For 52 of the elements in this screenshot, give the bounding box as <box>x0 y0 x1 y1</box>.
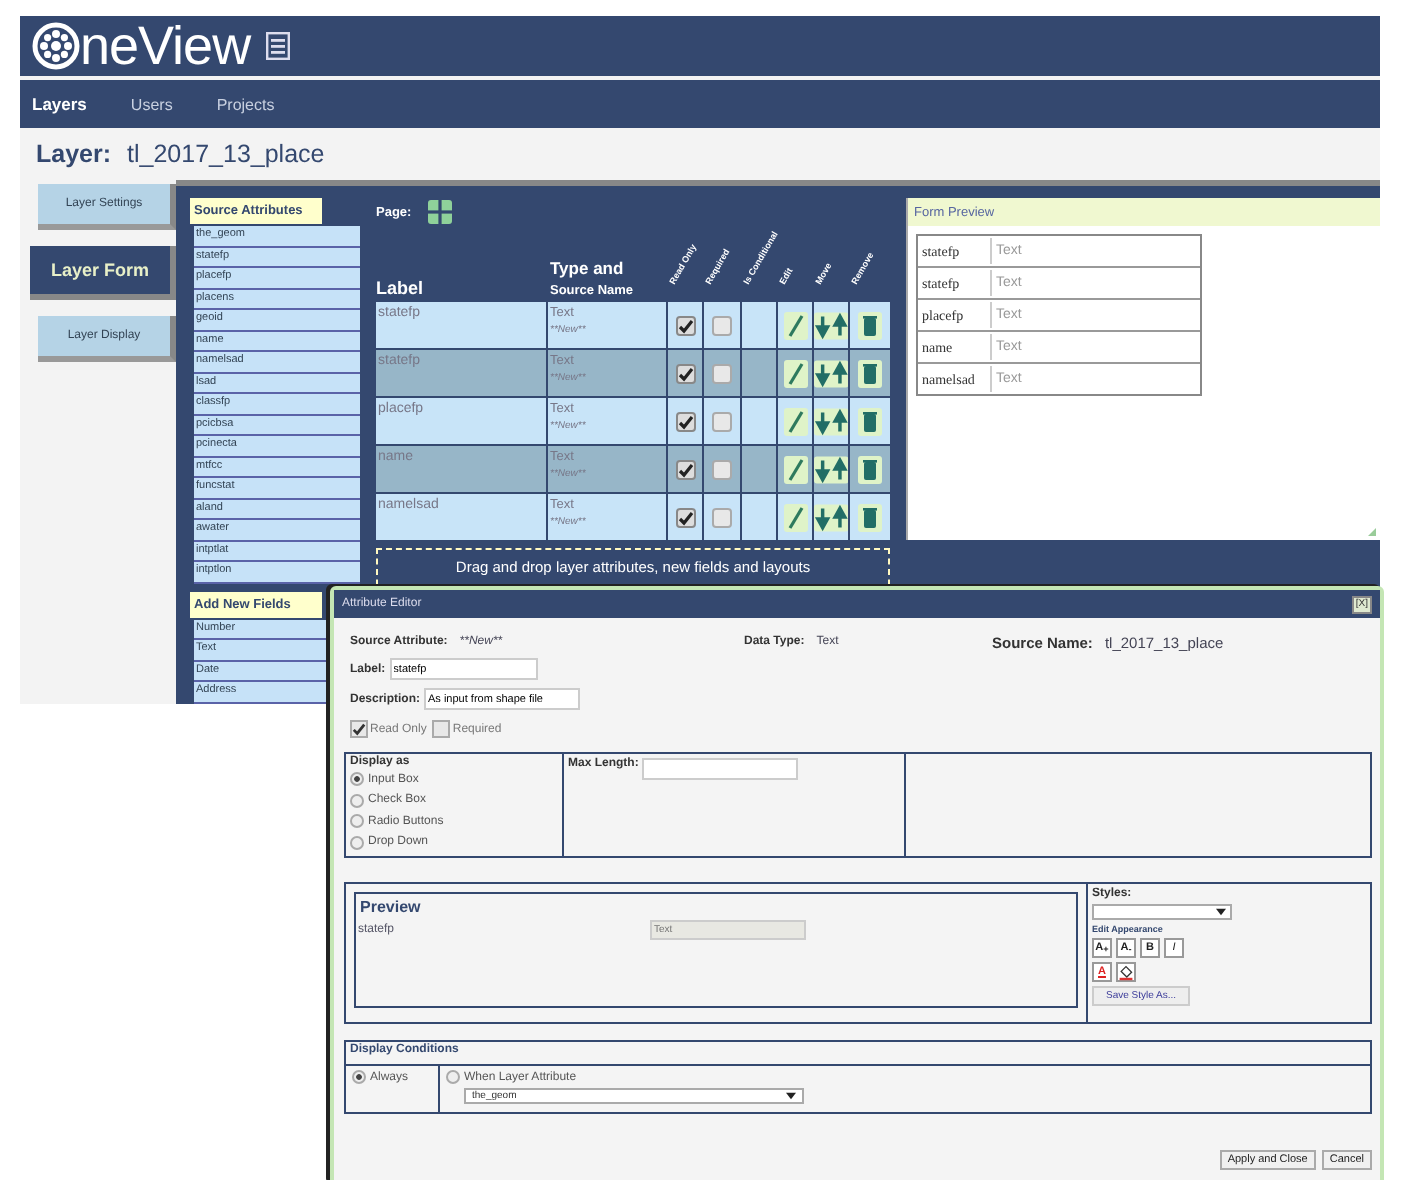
nav-tab[interactable]: Layers <box>32 94 87 114</box>
trash-icon[interactable] <box>857 407 882 435</box>
section-title: Preview <box>358 896 423 920</box>
caret-icon <box>786 1091 796 1099</box>
resize-grip-icon[interactable] <box>1368 528 1376 536</box>
radio-button[interactable] <box>446 1070 460 1085</box>
move-arrows-icon[interactable] <box>814 407 849 435</box>
move-arrows-icon[interactable] <box>814 503 849 531</box>
edit-icon[interactable] <box>783 503 808 531</box>
paint-bucket-icon <box>1118 963 1134 981</box>
checkbox[interactable] <box>432 720 451 738</box>
radio-button[interactable] <box>350 814 364 829</box>
required-checkbox[interactable] <box>711 507 732 527</box>
edit-icon[interactable] <box>783 359 808 387</box>
required-checkbox[interactable] <box>711 411 732 431</box>
nav-tab[interactable]: Projects <box>216 95 275 113</box>
layer-name: tl_2017_13_place <box>127 140 325 168</box>
read-only-checkbox[interactable] <box>675 411 696 431</box>
trash-icon[interactable] <box>857 503 882 531</box>
logo-icon <box>32 22 80 70</box>
read-only-checkbox[interactable] <box>675 363 696 383</box>
column-header: Type and <box>550 258 626 278</box>
read-only-checkbox[interactable] <box>675 507 696 527</box>
move-arrows-icon[interactable] <box>814 311 849 339</box>
edit-icon[interactable] <box>783 407 808 435</box>
trash-icon[interactable] <box>857 311 882 339</box>
app-logo: neView <box>80 16 251 76</box>
radio-button[interactable] <box>350 835 364 850</box>
required-checkbox[interactable] <box>711 363 732 383</box>
side-tab[interactable]: Layer Form <box>30 246 176 300</box>
layer-label: Layer: <box>36 140 112 168</box>
trash-icon[interactable] <box>857 359 882 387</box>
read-only-checkbox[interactable] <box>675 459 696 479</box>
nav-tab[interactable]: Users <box>130 95 173 113</box>
radio-button[interactable] <box>352 1070 366 1085</box>
required-checkbox[interactable] <box>711 315 732 335</box>
input-field[interactable] <box>642 758 799 780</box>
add-page-icon[interactable] <box>427 200 452 224</box>
caret-icon <box>1216 908 1226 916</box>
column-header: Label <box>376 278 426 302</box>
move-arrows-icon[interactable] <box>814 455 849 483</box>
read-only-checkbox[interactable] <box>675 315 696 335</box>
checkbox[interactable] <box>350 720 368 738</box>
move-arrows-icon[interactable] <box>814 359 849 387</box>
radio-button[interactable] <box>350 793 364 808</box>
radio-button[interactable] <box>350 772 364 787</box>
edit-icon[interactable] <box>783 455 808 483</box>
required-checkbox[interactable] <box>711 459 732 479</box>
trash-icon[interactable] <box>857 455 882 483</box>
fill-color-button[interactable] <box>1116 962 1136 982</box>
menu-icon[interactable] <box>266 32 291 60</box>
edit-icon[interactable] <box>783 311 808 339</box>
